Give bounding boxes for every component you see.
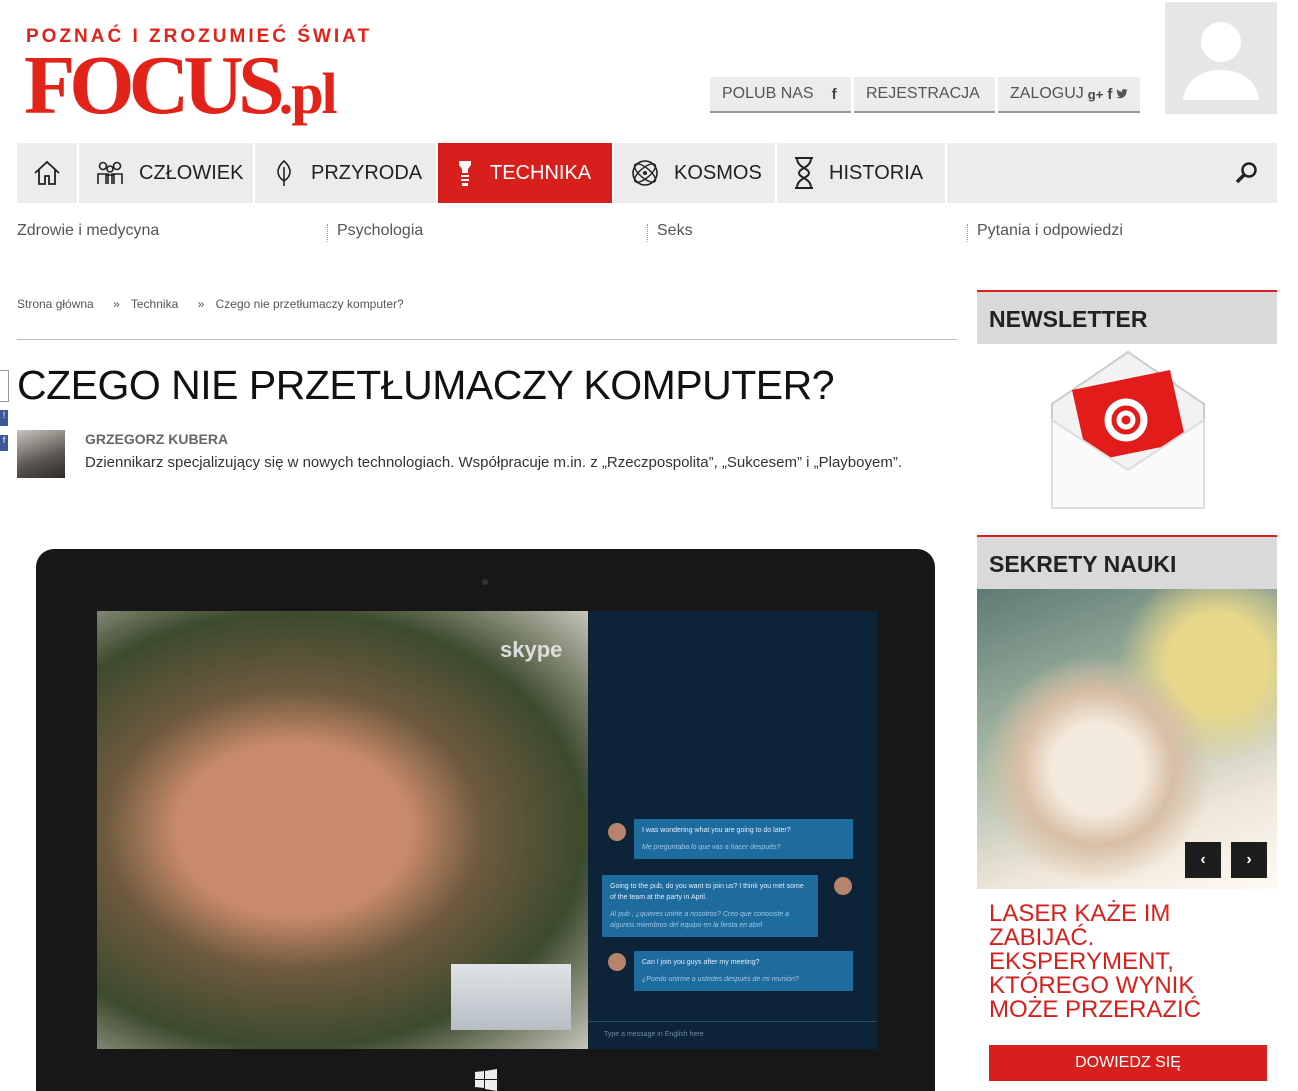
breadcrumb-section[interactable]: Technika — [131, 297, 178, 311]
chat-message-text: Can I join you guys after my meeting? — [642, 959, 760, 966]
chat-message-translation: Al pub , ¿quieres unirte a nosotros? Cre… — [610, 911, 789, 929]
register-button[interactable]: REJESTRACJA — [854, 77, 995, 113]
chat-panel: I was wondering what you are going to do… — [588, 611, 877, 1049]
newsletter-signup[interactable] — [1050, 350, 1206, 515]
learn-more-button[interactable]: DOWIEDZ SIĘ — [989, 1045, 1267, 1081]
logo-main: FOCUS — [24, 39, 285, 132]
home-button[interactable] — [17, 143, 79, 203]
nav-label: HISTORIA — [829, 161, 924, 184]
envelope-at-icon — [1051, 350, 1205, 509]
chat-message-translation: Me preguntaba lo que vas a hacer después… — [642, 844, 781, 851]
nav-item-technika[interactable]: TECHNIKA — [438, 143, 614, 203]
chat-message-text: Going to the pub, do you want to join us… — [610, 883, 804, 901]
self-view-thumbnail — [451, 964, 571, 1030]
nav-label: CZŁOWIEK — [139, 161, 244, 184]
breadcrumb-separator: » — [197, 297, 205, 311]
chat-avatar — [834, 877, 852, 895]
leaf-icon — [277, 159, 291, 186]
divider — [17, 339, 957, 340]
home-icon — [34, 160, 60, 185]
subnav-item[interactable]: Zdrowie i medycyna — [17, 222, 159, 240]
breadcrumb: Strona główna » Technika » Czego nie prz… — [17, 297, 412, 311]
promo-title[interactable]: LASER KAŻE IM ZABIJAĆ. EKSPERYMENT, KTÓR… — [989, 902, 1269, 1022]
facebook-share-icon[interactable]: ! — [0, 410, 8, 426]
subnav-item[interactable]: Pytania i odpowiedzi — [977, 222, 1123, 240]
bulb-icon — [459, 161, 471, 186]
subnav-divider — [327, 224, 328, 242]
chat-message-translation: ¿Puedo unirme a ustedes después de mi re… — [642, 976, 799, 983]
facebook-icon: f — [1107, 85, 1113, 103]
chat-message-text: I was wondering what you are going to do… — [642, 827, 791, 834]
author-bio: Dziennikarz specjalizujący się w nowych … — [85, 454, 902, 471]
chevron-right-icon: › — [1246, 851, 1252, 868]
main-nav: CZŁOWIEK PRZYRODA TECHNIKA KOSMOS HISTOR… — [17, 143, 1277, 203]
chevron-left-icon: ‹ — [1200, 851, 1206, 868]
login-label: ZALOGUJ — [1010, 85, 1084, 102]
atom-icon — [632, 160, 658, 186]
carousel-prev-button[interactable]: ‹ — [1185, 842, 1221, 878]
user-avatar[interactable] — [1165, 2, 1277, 114]
logo-suffix: .pl — [278, 61, 338, 126]
skype-logo: skype — [500, 637, 563, 662]
register-label: REJESTRACJA — [866, 85, 980, 102]
windows-logo-icon — [475, 1069, 497, 1091]
chat-message: Can I join you guys after my meeting? ¿P… — [634, 951, 853, 991]
chat-avatar — [608, 953, 626, 971]
site-logo[interactable]: FOCUS.pl — [24, 44, 338, 128]
subnav-item[interactable]: Psychologia — [337, 222, 423, 240]
search-button[interactable] — [1235, 161, 1259, 190]
nav-item-historia[interactable]: HISTORIA — [777, 143, 947, 203]
author-name[interactable]: GRZEGORZ KUBERA — [85, 431, 228, 447]
like-us-label: POLUB NAS — [722, 85, 814, 102]
facebook-share-icon[interactable]: f — [0, 435, 8, 451]
share-panel[interactable] — [0, 370, 9, 402]
search-icon — [1235, 162, 1257, 184]
user-silhouette-icon — [1183, 22, 1259, 100]
video-call-screen: skype I was wondering what you are going… — [97, 611, 877, 1049]
twitter-icon — [1116, 89, 1128, 99]
chat-message: Going to the pub, do you want to join us… — [602, 875, 818, 937]
breadcrumb-separator: » — [113, 297, 120, 311]
chat-message: I was wondering what you are going to do… — [634, 819, 853, 859]
nav-label: KOSMOS — [674, 161, 762, 184]
chat-input: Type a message in English here — [588, 1021, 877, 1049]
subnav-divider — [647, 224, 648, 242]
carousel-next-button[interactable]: › — [1231, 842, 1267, 878]
nav-item-czlowiek[interactable]: CZŁOWIEK — [79, 143, 255, 203]
chat-avatar — [608, 823, 626, 841]
login-button[interactable]: ZALOGUJ g+ f — [998, 77, 1140, 113]
breadcrumb-home[interactable]: Strona główna — [17, 297, 94, 311]
facebook-icon: f — [831, 85, 837, 103]
newsletter-heading: NEWSLETTER — [977, 290, 1277, 344]
nav-label: PRZYRODA — [311, 161, 423, 184]
sekrety-nauki-heading: SEKRETY NAUKI — [977, 535, 1277, 589]
nav-item-kosmos[interactable]: KOSMOS — [614, 143, 777, 203]
author-avatar[interactable] — [17, 430, 65, 478]
nav-item-przyroda[interactable]: PRZYRODA — [255, 143, 438, 203]
article-title: CZEGO NIE PRZETŁUMACZY KOMPUTER? — [17, 362, 835, 408]
subnav-divider — [967, 224, 968, 242]
camera-dot — [482, 579, 488, 585]
subnav-item[interactable]: Seks — [657, 222, 693, 240]
hourglass-icon — [795, 157, 813, 189]
google-plus-icon: g+ — [1087, 86, 1104, 102]
breadcrumb-current: Czego nie przetłumaczy komputer? — [215, 297, 404, 311]
like-us-button[interactable]: POLUB NAS f — [710, 77, 851, 113]
nav-label: TECHNIKA — [490, 161, 592, 184]
people-icon — [97, 161, 123, 184]
